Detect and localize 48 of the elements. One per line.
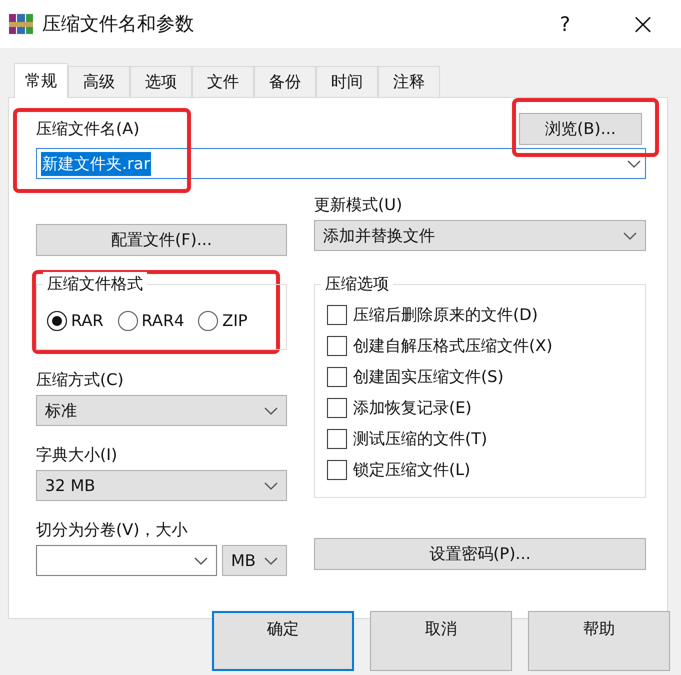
set-password-button[interactable]: 设置密码(P)...: [314, 538, 646, 570]
checkbox-label: 创建自解压格式压缩文件(X): [353, 334, 552, 356]
field-label: 字典大小(I): [36, 444, 118, 466]
dialog-button[interactable]: 确定: [212, 611, 354, 671]
tab[interactable]: 时间: [316, 66, 378, 97]
compression-method-select[interactable]: 标准: [36, 395, 287, 426]
tab[interactable]: 备份: [254, 66, 316, 97]
profiles-button[interactable]: 配置文件(F)...: [36, 224, 287, 256]
chevron-down-icon: [627, 160, 641, 168]
field-label: 更新模式(U): [314, 194, 404, 216]
checkbox[interactable]: [327, 336, 347, 356]
archive-name-field[interactable]: 新建文件夹.rar: [36, 148, 646, 179]
checkbox-label: 创建固实压缩文件(S): [353, 366, 504, 388]
help-button[interactable]: ?: [545, 9, 585, 39]
window-title: 压缩文件名和参数: [42, 12, 194, 37]
radio-label: ZIP: [222, 310, 248, 332]
checkbox[interactable]: [327, 304, 347, 324]
field-label: 压缩文件名(A): [36, 118, 140, 140]
dialog-button[interactable]: 取消: [370, 611, 512, 671]
update-mode-select[interactable]: 添加并替换文件: [314, 220, 646, 251]
checkbox[interactable]: [327, 398, 347, 418]
field-label: 压缩方式(C): [36, 369, 125, 391]
tab[interactable]: 文件: [192, 66, 254, 97]
chevron-down-icon: [264, 556, 278, 564]
dialog-button[interactable]: 帮助: [528, 611, 670, 671]
tab[interactable]: 常规: [14, 63, 68, 98]
tab[interactable]: 高级: [68, 66, 130, 97]
checkbox[interactable]: [327, 460, 347, 480]
unit-select[interactable]: MB: [222, 545, 287, 576]
chevron-down-icon: [264, 482, 278, 490]
checkbox-label: 锁定压缩文件(L): [353, 458, 470, 480]
checkbox[interactable]: [327, 366, 347, 386]
chevron-down-icon: [264, 406, 278, 414]
radio-label: RAR: [71, 310, 104, 332]
field-label: 切分为分卷(V)，大小: [36, 519, 188, 541]
chevron-down-icon: [194, 556, 208, 564]
close-button[interactable]: ×: [623, 2, 663, 46]
browse-button[interactable]: 浏览(B)...: [519, 113, 642, 145]
tab[interactable]: 选项: [130, 66, 192, 97]
checkbox-label: 测试压缩的文件(T): [353, 428, 488, 450]
checkbox-label: 添加恢复记录(E): [353, 396, 472, 418]
checkbox-label: 压缩后删除原来的文件(D): [353, 304, 538, 326]
app-icon: [8, 12, 34, 36]
dictionary-size-select[interactable]: 32 MB: [36, 470, 287, 501]
chevron-down-icon: [623, 232, 637, 240]
tab[interactable]: 注释: [378, 66, 440, 97]
radio-label: RAR4: [142, 310, 184, 332]
checkbox[interactable]: [327, 428, 347, 448]
